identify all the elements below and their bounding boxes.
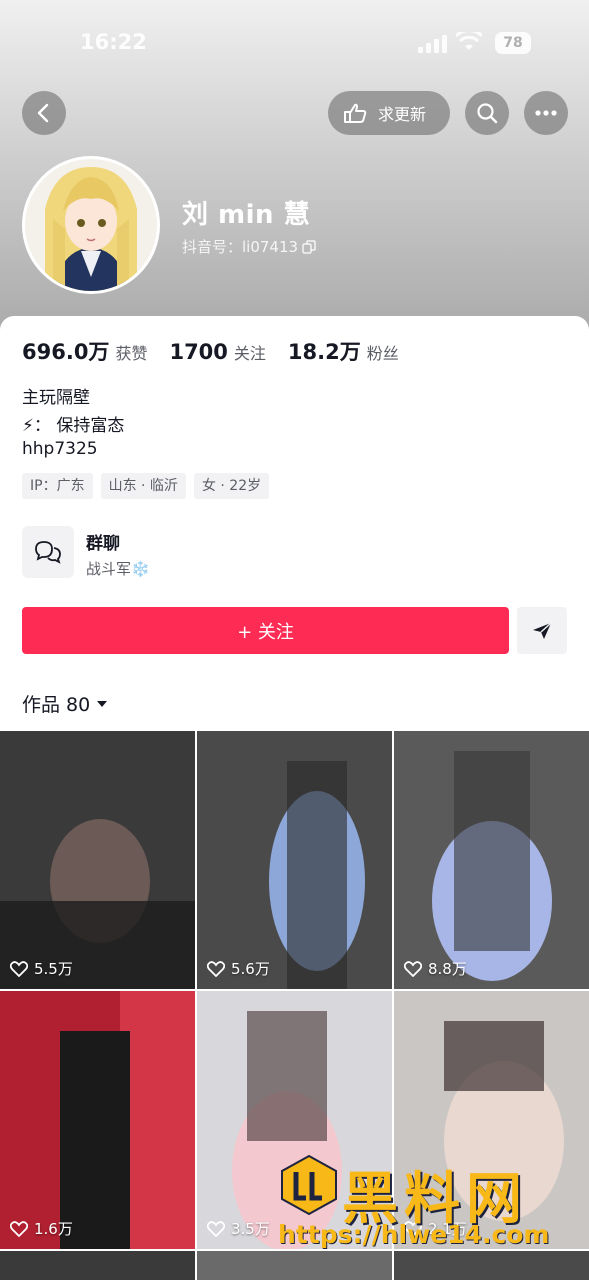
- video-likes-count: 5.6万: [231, 960, 270, 978]
- follow-button[interactable]: + 关注: [22, 607, 509, 654]
- stat-following-label: 关注: [233, 344, 266, 363]
- request-update-label: 求更新: [378, 105, 427, 124]
- stat-followers-value: 18.2万: [287, 340, 361, 364]
- more-dots-icon: [535, 110, 557, 116]
- video-likes-count: 3.5万: [231, 1220, 270, 1238]
- video-thumbnail[interactable]: 8.8万: [394, 731, 589, 989]
- copy-icon[interactable]: [302, 239, 316, 254]
- profile-stats: 696.0万 获赞 1700 关注 18.2万 粉丝: [22, 336, 421, 366]
- group-chat-subtitle: 战斗军❄️: [86, 560, 150, 578]
- stat-likes-value: 696.0万: [22, 340, 110, 364]
- group-chat-button[interactable]: [22, 526, 74, 578]
- heart-icon: [207, 960, 225, 977]
- video-likes: 8.8万: [404, 958, 467, 979]
- signal-icon: [418, 35, 448, 53]
- video-thumbnail-image: [394, 731, 589, 989]
- heart-icon: [404, 960, 422, 977]
- profile-tags: IP：广东 山东 · 临沂 女 · 22岁: [22, 473, 270, 499]
- group-chat-title[interactable]: 群聊: [86, 529, 120, 554]
- video-thumbnail[interactable]: 1.6万: [0, 991, 195, 1249]
- avatar[interactable]: [22, 156, 160, 294]
- video-likes-count: 5.5万: [34, 960, 73, 978]
- stat-following-value: 1700: [169, 340, 228, 364]
- video-thumbnail[interactable]: 5.5万: [0, 731, 195, 989]
- wifi-icon: [456, 32, 482, 50]
- bio-line: hhp7325: [22, 439, 98, 459]
- anime-avatar-image: [25, 159, 157, 291]
- heart-icon: [10, 1220, 28, 1237]
- stat-following[interactable]: 1700 关注: [169, 340, 265, 364]
- video-thumbnail-image: [0, 731, 195, 989]
- stat-followers-label: 粉丝: [366, 344, 399, 363]
- video-likes: 1.6万: [10, 1218, 73, 1239]
- video-likes: 5.5万: [10, 958, 73, 979]
- stat-likes-label: 获赞: [115, 344, 148, 363]
- send-icon: [533, 621, 552, 639]
- request-update-button[interactable]: 求更新: [328, 91, 450, 135]
- battery-indicator: 78: [495, 32, 531, 54]
- bio-line: 主玩隔壁: [22, 388, 90, 408]
- tag-location: 山东 · 临沂: [100, 473, 186, 499]
- more-button[interactable]: [524, 91, 568, 135]
- video-thumbnail[interactable]: 5.6万: [197, 731, 392, 989]
- video-likes: 3.5万: [207, 1218, 270, 1239]
- pointing-hand-icon: [344, 103, 367, 123]
- tab-works[interactable]: 作品 80: [22, 690, 108, 717]
- tag-gender-age: 女 · 22岁: [193, 473, 270, 499]
- status-time: 16:22: [80, 30, 147, 54]
- status-bar: 16:22 78: [0, 28, 589, 60]
- video-likes-count: 8.8万: [428, 960, 467, 978]
- search-button[interactable]: [465, 91, 509, 135]
- share-button[interactable]: [517, 607, 567, 654]
- douyin-id[interactable]: 抖音号：li07413: [182, 236, 316, 257]
- stat-likes[interactable]: 696.0万 获赞: [22, 336, 147, 366]
- follow-button-label: + 关注: [237, 621, 294, 643]
- video-thumbnail[interactable]: [0, 1251, 195, 1280]
- video-thumbnail-image: [0, 991, 195, 1249]
- video-thumbnail-image: [197, 731, 392, 989]
- heart-icon: [207, 1220, 225, 1237]
- search-icon: [477, 103, 498, 124]
- douyin-id-text: 抖音号：li07413: [182, 238, 299, 256]
- profile-name: 刘 min 慧: [182, 200, 311, 230]
- back-button[interactable]: [22, 91, 66, 135]
- bio-line: ⚡： 保持富态: [22, 416, 125, 436]
- site-watermark: 黑料网 https://hlwe14.com: [278, 1154, 578, 1254]
- video-thumbnail[interactable]: [197, 1251, 392, 1280]
- video-likes-count: 1.6万: [34, 1220, 73, 1238]
- stat-followers[interactable]: 18.2万 粉丝: [288, 336, 399, 366]
- video-thumbnail[interactable]: [394, 1251, 589, 1280]
- chat-bubbles-icon: [35, 541, 61, 564]
- watermark-logo-icon: [281, 1154, 337, 1216]
- tag-ip: IP：广东: [22, 473, 93, 499]
- watermark-url: https://hlwe14.com: [278, 1220, 550, 1249]
- caret-down-icon: [97, 700, 108, 707]
- video-likes: 5.6万: [207, 958, 270, 979]
- heart-icon: [10, 960, 28, 977]
- chevron-left-icon: [37, 103, 49, 123]
- tab-works-label: 作品 80: [22, 694, 91, 716]
